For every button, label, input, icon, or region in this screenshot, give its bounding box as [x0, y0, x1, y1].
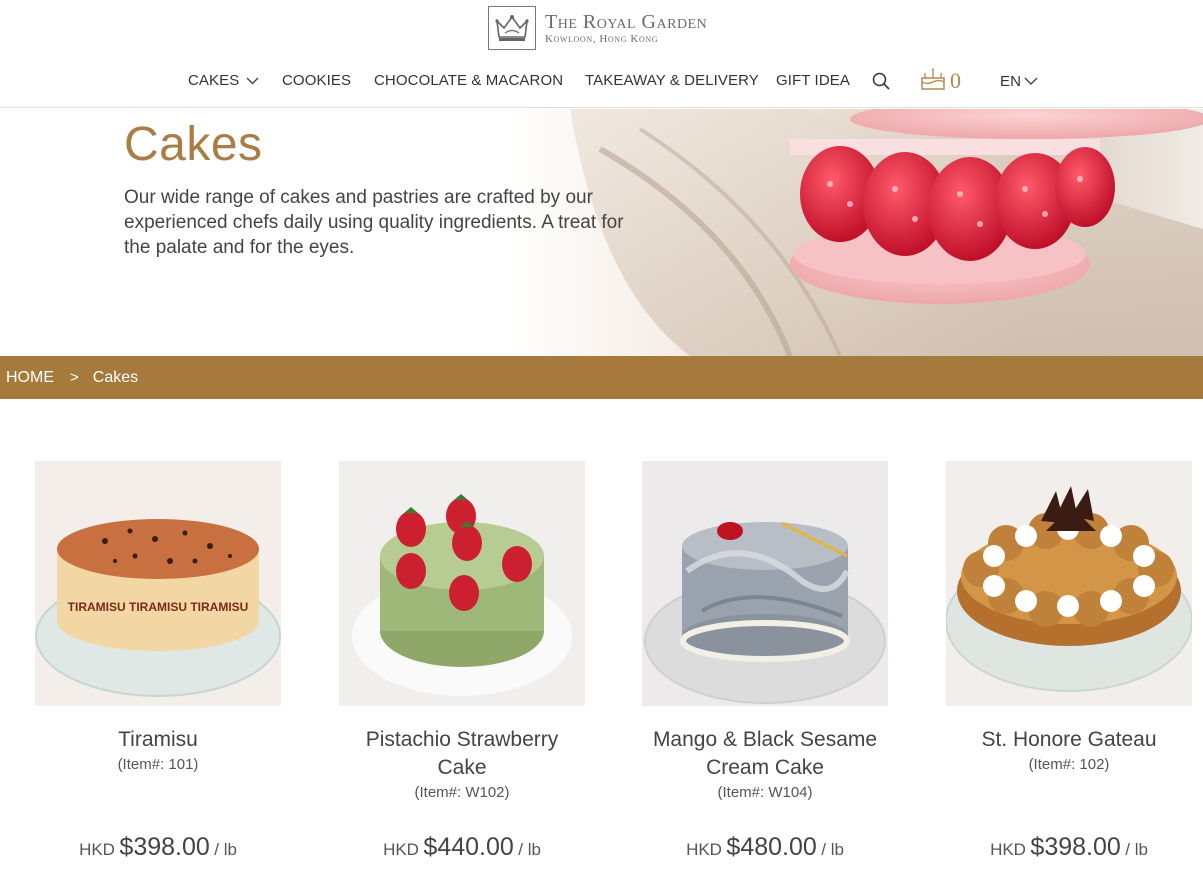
- price-currency: HKD: [383, 840, 419, 859]
- nav-item-cakes[interactable]: CAKES: [188, 72, 259, 89]
- raspberry-macaron-image: [570, 109, 1203, 356]
- page-title: Cakes: [124, 118, 263, 171]
- nav-label-takeaway-delivery: TAKEAWAY & DELIVERY: [585, 72, 759, 89]
- product-card[interactable]: Pistachio Strawberry Cake (Item#: W102) …: [339, 461, 585, 861]
- product-item-number: (Item#: W104): [717, 784, 813, 801]
- price-unit: / lb: [821, 840, 844, 859]
- search-icon[interactable]: [872, 72, 890, 95]
- language-selector[interactable]: EN: [1000, 73, 1038, 90]
- product-price: HKD $398.00 / lb: [35, 833, 281, 862]
- page-description: Our wide range of cakes and pastries are…: [124, 187, 624, 258]
- price-currency: HKD: [79, 840, 115, 859]
- breadcrumb-current: Cakes: [92, 368, 139, 386]
- chevron-down-icon: [246, 72, 259, 89]
- product-item-number: (Item#: W102): [414, 784, 510, 801]
- product-name[interactable]: Mango & Black Sesame Cream Cake: [642, 726, 888, 782]
- nav-label-gift-idea: GIFT IDEA: [776, 72, 850, 89]
- breadcrumb-home[interactable]: HOME: [6, 369, 54, 387]
- product-image-st-honore[interactable]: [946, 461, 1192, 706]
- price-value: $440.00: [423, 833, 514, 861]
- price-unit: / lb: [518, 840, 541, 859]
- site-header: The Royal Garden Kowloon, Hong Kong CAKE…: [0, 0, 1203, 108]
- product-price: HKD $480.00 / lb: [642, 833, 888, 862]
- price-unit: / lb: [214, 840, 237, 859]
- crown-crest-icon: [488, 6, 536, 50]
- nav-item-chocolate-macaron[interactable]: CHOCOLATE & MACARON: [374, 72, 563, 89]
- price-value: $398.00: [119, 833, 210, 861]
- product-item-number: (Item#: 101): [117, 756, 199, 773]
- nav-item-takeaway-delivery[interactable]: TAKEAWAY & DELIVERY: [585, 72, 759, 89]
- price-value: $398.00: [1030, 833, 1121, 861]
- price-value: $480.00: [726, 833, 817, 861]
- product-image-pistachio-strawberry[interactable]: [339, 461, 585, 706]
- nav-label-chocolate-macaron: CHOCOLATE & MACARON: [374, 72, 564, 89]
- breadcrumb-separator: >: [70, 369, 79, 386]
- nav-item-cookies[interactable]: COOKIES: [282, 72, 351, 89]
- product-card[interactable]: TIRAMISU TIRAMISU TIRAMISU Tiramisu (Ite…: [35, 461, 281, 861]
- brand-name: The Royal Garden: [545, 10, 708, 33]
- chevron-down-icon: [1024, 73, 1038, 90]
- breadcrumb: HOME > Cakes: [0, 356, 1203, 399]
- product-name[interactable]: Tiramisu: [35, 726, 281, 754]
- product-image-tiramisu[interactable]: TIRAMISU TIRAMISU TIRAMISU: [35, 461, 281, 706]
- product-price: HKD $440.00 / lb: [339, 833, 585, 862]
- cake-cart-icon[interactable]: [920, 66, 946, 97]
- product-name[interactable]: St. Honore Gateau: [946, 726, 1192, 754]
- hero-banner: Cakes Our wide range of cakes and pastri…: [0, 109, 1203, 356]
- site-logo[interactable]: The Royal Garden Kowloon, Hong Kong: [488, 6, 707, 50]
- nav-label-cookies: COOKIES: [282, 72, 352, 89]
- brand-location: Kowloon, Hong Kong: [545, 32, 659, 45]
- price-unit: / lb: [1125, 840, 1148, 859]
- language-label: EN: [1000, 73, 1022, 90]
- nav-label-cakes: CAKES: [188, 72, 240, 89]
- svg-text:TIRAMISU TIRAMISU TIRAMISU: TIRAMISU TIRAMISU TIRAMISU: [68, 600, 249, 614]
- product-price: HKD $398.00 / lb: [946, 833, 1192, 862]
- product-name[interactable]: Pistachio Strawberry Cake: [339, 726, 585, 782]
- product-item-number: (Item#: 102): [1028, 756, 1110, 773]
- cart-count[interactable]: 0: [950, 68, 961, 94]
- product-image-mango-black-sesame[interactable]: [642, 461, 888, 706]
- product-card[interactable]: St. Honore Gateau (Item#: 102) HKD $398.…: [946, 461, 1192, 861]
- price-currency: HKD: [686, 840, 722, 859]
- nav-item-gift-idea[interactable]: GIFT IDEA: [776, 72, 850, 89]
- product-card[interactable]: Mango & Black Sesame Cream Cake (Item#: …: [642, 461, 888, 861]
- price-currency: HKD: [990, 840, 1026, 859]
